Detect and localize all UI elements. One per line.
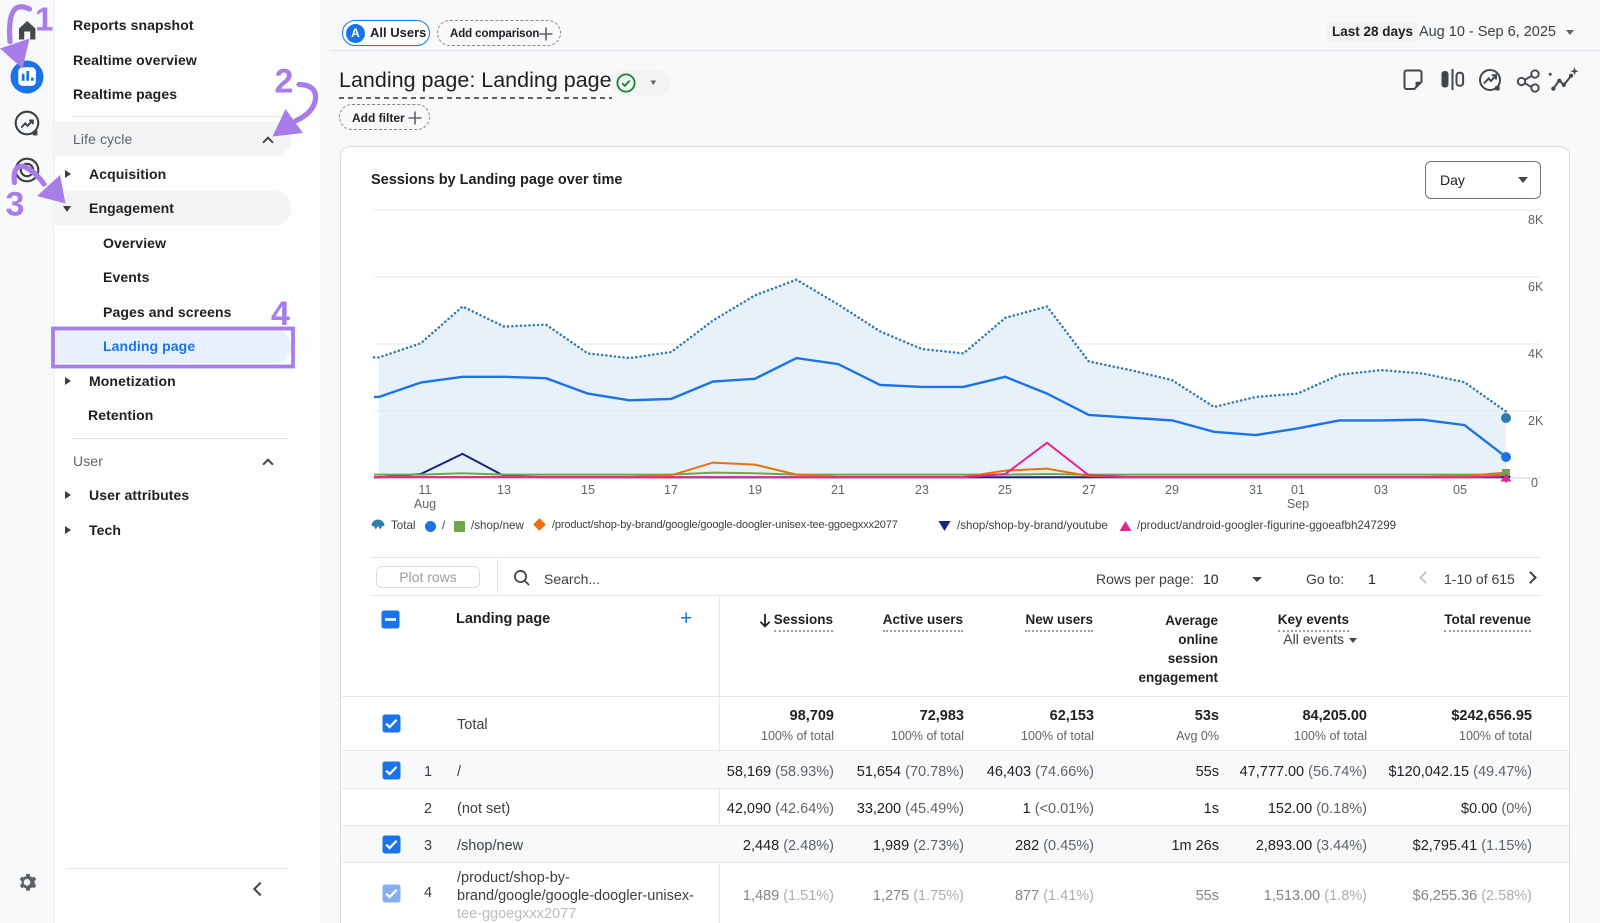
svg-text:Sep: Sep — [1287, 497, 1309, 511]
svg-text:29: 29 — [1165, 483, 1179, 497]
svg-text:0: 0 — [1531, 476, 1538, 490]
svg-text:19: 19 — [748, 483, 762, 497]
svg-text:11: 11 — [419, 483, 432, 497]
svg-text:2K: 2K — [1528, 414, 1544, 428]
svg-text:6K: 6K — [1528, 280, 1544, 294]
svg-text:01: 01 — [1291, 483, 1305, 497]
svg-text:4K: 4K — [1528, 347, 1544, 361]
svg-text:03: 03 — [1374, 483, 1388, 497]
svg-text:21: 21 — [831, 483, 845, 497]
svg-text:05: 05 — [1453, 483, 1467, 497]
svg-text:15: 15 — [581, 483, 595, 497]
svg-text:8K: 8K — [1528, 213, 1544, 227]
svg-text:31: 31 — [1249, 483, 1263, 497]
svg-text:Aug: Aug — [414, 497, 436, 511]
svg-text:13: 13 — [497, 483, 511, 497]
svg-text:25: 25 — [998, 483, 1012, 497]
svg-text:23: 23 — [915, 483, 929, 497]
svg-text:27: 27 — [1082, 483, 1096, 497]
svg-text:17: 17 — [664, 483, 678, 497]
